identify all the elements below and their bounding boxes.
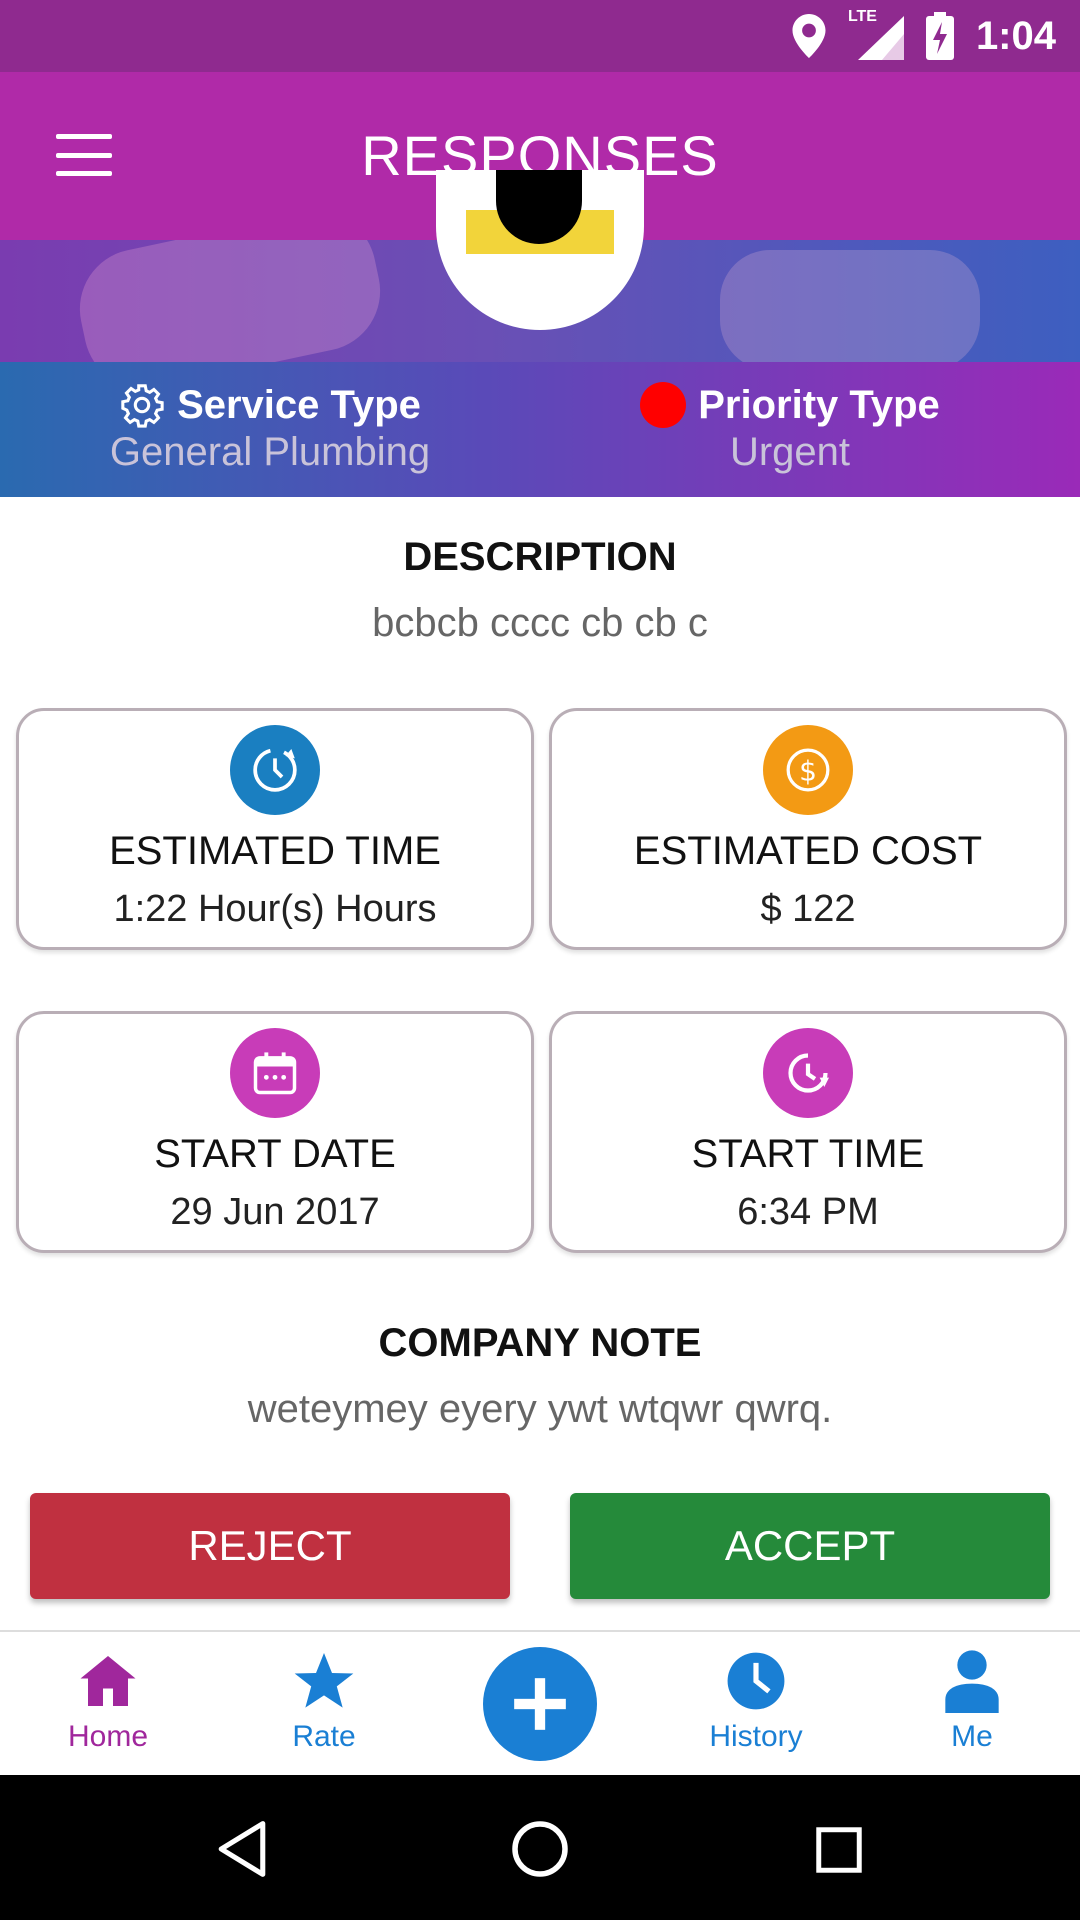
home-circle-icon[interactable] [510, 1819, 570, 1879]
add-button[interactable] [483, 1647, 597, 1761]
priority-type-value: Urgent [729, 430, 851, 474]
service-info-bar: Service Type General Plumbing Priority T… [0, 362, 1080, 497]
nav-rate-label: Rate [292, 1720, 356, 1753]
description-title: DESCRIPTION [403, 535, 677, 579]
home-icon [80, 1656, 136, 1706]
history-icon [727, 1652, 785, 1710]
estimated-cost-card: $ ESTIMATED COST $ 122 [549, 708, 1067, 950]
start-time-card: START TIME 6:34 PM [549, 1011, 1067, 1253]
nav-home-label: Home [67, 1720, 149, 1753]
nav-history-label: History [709, 1720, 803, 1753]
location-icon [792, 14, 826, 58]
start-date-card: START DATE 29 Jun 2017 [16, 1011, 534, 1253]
start-date-value: 29 Jun 2017 [170, 1191, 380, 1233]
company-note-text: weteymey eyery ywt wtqwr qwrq. [247, 1387, 833, 1431]
person-icon [945, 1650, 999, 1713]
description-text: bcbcb cccc cb cb c [372, 601, 708, 645]
service-type-value: General Plumbing [109, 430, 431, 474]
clock-refresh-icon [230, 725, 320, 815]
calendar-icon [230, 1028, 320, 1118]
recents-icon[interactable] [812, 1823, 866, 1877]
company-note-title: COMPANY NOTE [378, 1321, 702, 1365]
nav-home[interactable]: Home [8, 1632, 208, 1777]
svg-text:$: $ [799, 755, 817, 788]
estimated-cost-label: ESTIMATED COST [633, 829, 983, 873]
service-type: Service Type General Plumbing [0, 362, 540, 497]
reject-button[interactable]: REJECT [30, 1493, 510, 1599]
estimated-time-value: 1:22 Hour(s) Hours [113, 888, 437, 930]
plus-icon [514, 1678, 566, 1730]
priority-type-label: Priority Type [698, 382, 940, 427]
dollar-icon: $ [763, 725, 853, 815]
estimated-time-label: ESTIMATED TIME [109, 829, 441, 873]
back-icon[interactable] [214, 1819, 270, 1879]
system-nav-bar [0, 1775, 1080, 1920]
estimated-time-card: ESTIMATED TIME 1:22 Hour(s) Hours [16, 708, 534, 950]
gear-icon [121, 384, 164, 428]
nav-me-label: Me [951, 1720, 993, 1753]
estimated-cost-value: $ 122 [760, 888, 856, 930]
priority-indicator-icon [640, 382, 687, 428]
start-date-label: START DATE [154, 1132, 396, 1176]
nav-rate[interactable]: Rate [224, 1632, 424, 1777]
start-time-value: 6:34 PM [737, 1191, 879, 1233]
service-type-label: Service Type [177, 382, 421, 427]
star-icon [294, 1653, 354, 1708]
accept-button[interactable]: ACCEPT [570, 1493, 1050, 1599]
nav-me[interactable]: Me [872, 1632, 1072, 1777]
nav-history[interactable]: History [656, 1632, 856, 1777]
status-time: 1:04 [975, 13, 1056, 58]
lte-signal-icon: LTE [848, 8, 904, 60]
start-time-label: START TIME [691, 1132, 925, 1176]
priority-type: Priority Type Urgent [520, 362, 1060, 497]
clock-icon [763, 1028, 853, 1118]
battery-charging-icon [925, 12, 954, 60]
status-bar: LTE 1:04 [0, 0, 1080, 72]
